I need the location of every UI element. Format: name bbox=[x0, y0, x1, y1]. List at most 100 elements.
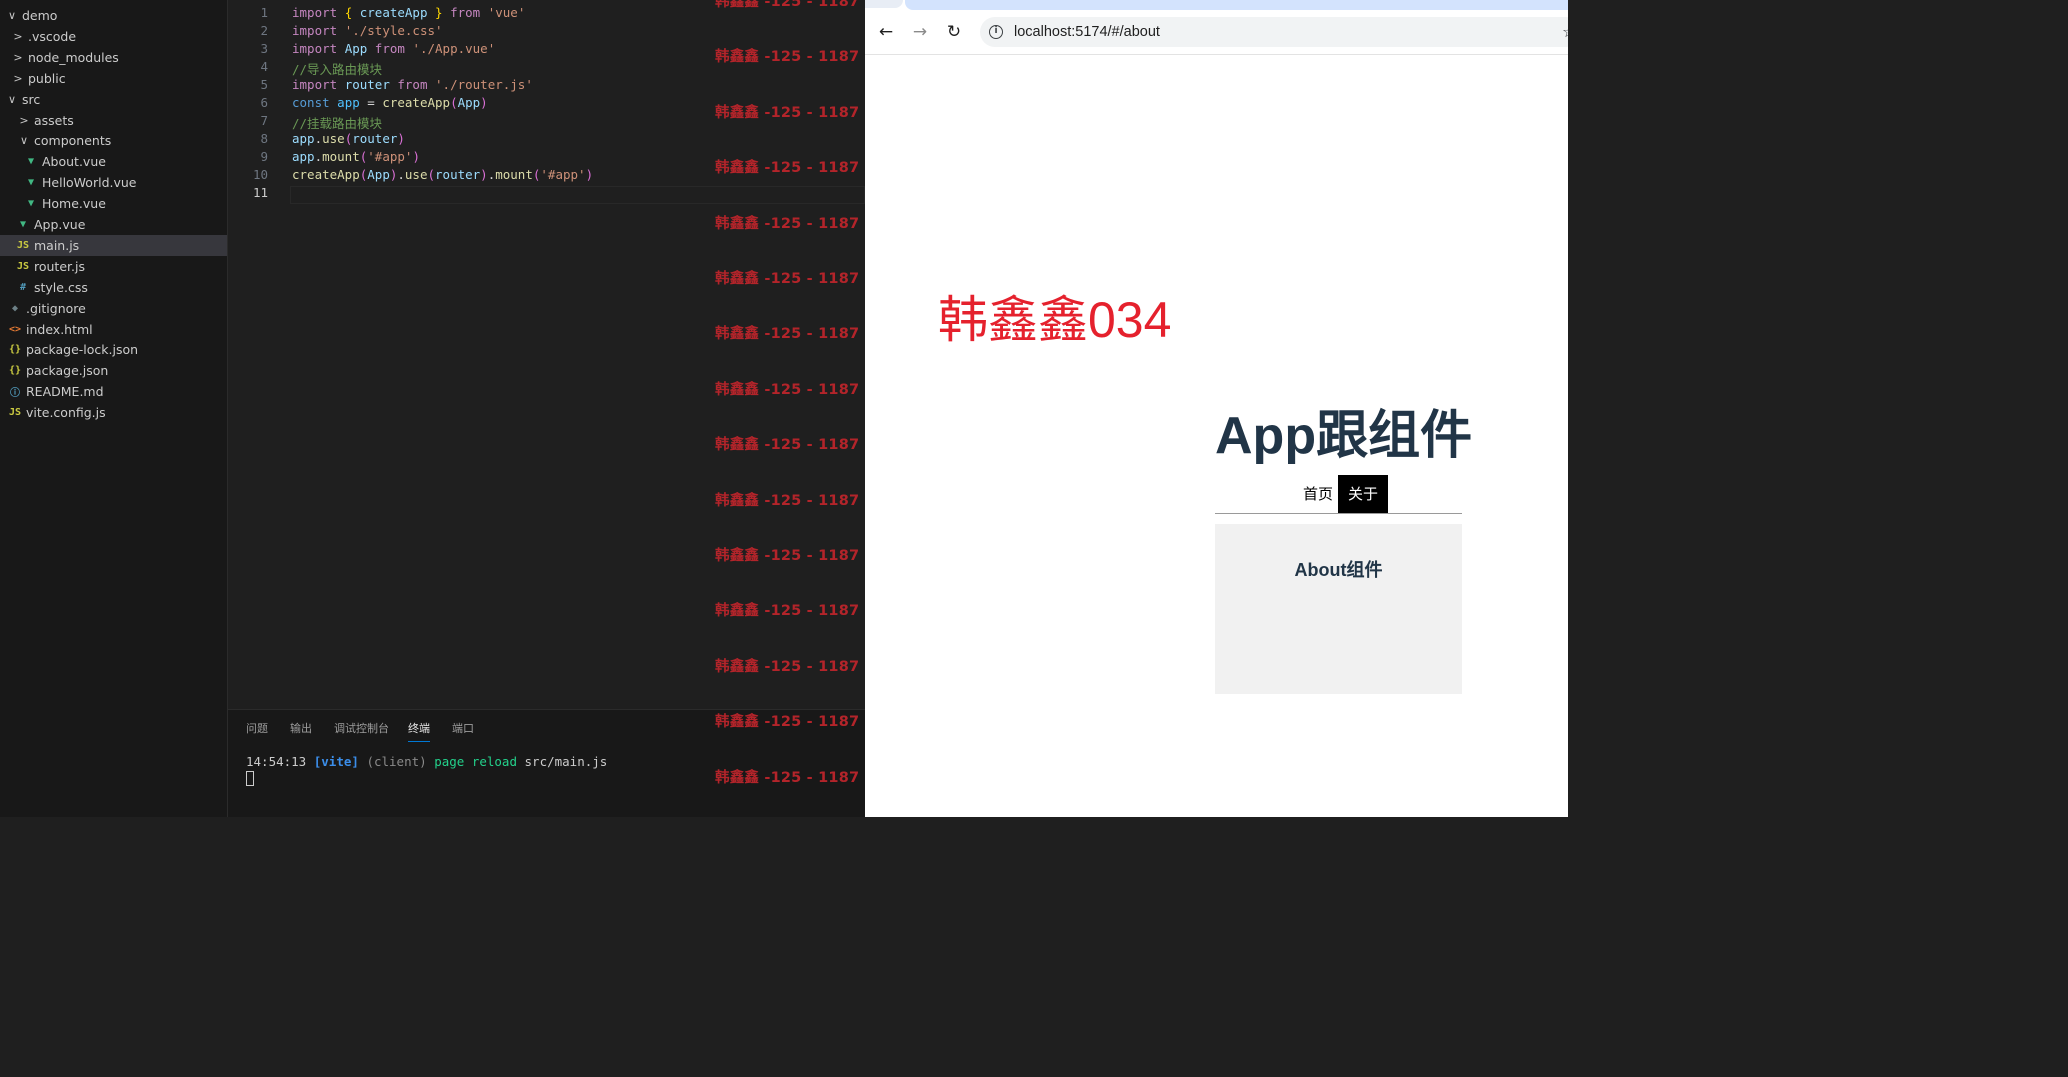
tree-item[interactable]: JS router.js bbox=[0, 256, 227, 277]
code-line[interactable]: app.use(router) bbox=[292, 131, 405, 146]
tree-item[interactable]: ▼ Home.vue bbox=[0, 193, 227, 214]
watermark-text: 韩鑫鑫 -125 - 1187 bbox=[715, 326, 860, 343]
json-icon: {} bbox=[8, 365, 22, 377]
url-text[interactable]: localhost:5174/#/about bbox=[1014, 24, 1160, 40]
code-token: ) bbox=[397, 131, 405, 146]
line-number: 6 bbox=[260, 95, 268, 110]
code-token: './router.js' bbox=[435, 77, 533, 92]
tree-item[interactable]: JS main.js bbox=[0, 234, 227, 256]
tree-item[interactable]: ⓘ README.md bbox=[0, 381, 227, 402]
line-number: 2 bbox=[260, 23, 268, 38]
tree-item-label: Home.vue bbox=[42, 196, 106, 212]
terminal-output[interactable]: 14:54:13 [vite] (client) page reload src… bbox=[246, 754, 607, 769]
panel-tab[interactable]: 端口 bbox=[452, 720, 474, 741]
chevron-down-icon[interactable]: ∨ bbox=[6, 93, 18, 106]
watermark-text: 韩鑫鑫 -125 - 1187 bbox=[715, 381, 860, 398]
tree-item[interactable]: ∨ components bbox=[0, 130, 227, 151]
browser-tab-strip bbox=[865, 0, 1568, 10]
code-line[interactable]: createApp(App).use(router).mount('#app') bbox=[292, 167, 593, 182]
js-icon: JS bbox=[16, 260, 30, 272]
address-bar[interactable]: i localhost:5174/#/about bbox=[980, 17, 1568, 47]
line-number: 1 bbox=[260, 5, 268, 20]
tree-item-label: assets bbox=[34, 112, 74, 128]
tree-item-label: package.json bbox=[26, 363, 109, 379]
code-line[interactable]: import App from './App.vue' bbox=[292, 41, 495, 56]
watermark-text: 韩鑫鑫 -125 - 1187 bbox=[715, 104, 860, 121]
code-token: router bbox=[435, 167, 481, 182]
code-token: 'vue' bbox=[487, 5, 526, 20]
chevron-down-icon[interactable]: ∨ bbox=[18, 134, 30, 147]
tree-item-label: index.html bbox=[26, 321, 93, 337]
watermark-text: 韩鑫鑫 -125 - 1187 bbox=[715, 271, 860, 287]
chevron-right-icon[interactable]: > bbox=[12, 72, 24, 85]
watermark-text: 韩鑫鑫 -125 - 1187 bbox=[715, 49, 860, 66]
tree-item-label: package-lock.json bbox=[26, 342, 139, 358]
toolbar-divider bbox=[865, 54, 1568, 55]
watermark-text: 韩鑫鑫 -125 - 1187 bbox=[715, 603, 860, 620]
code-line[interactable]: //挂载路由模块 bbox=[292, 113, 382, 132]
terminal-vite-tag: [vite] bbox=[313, 754, 359, 769]
tree-item[interactable]: {} package.json bbox=[0, 360, 227, 381]
tree-item[interactable]: > public bbox=[0, 68, 227, 89]
tree-item[interactable]: > node_modules bbox=[0, 47, 227, 68]
code-token: app bbox=[337, 95, 360, 110]
code-line[interactable]: import router from './router.js' bbox=[292, 77, 533, 92]
chevron-right-icon[interactable]: > bbox=[12, 51, 24, 64]
tree-item[interactable]: <> index.html bbox=[0, 319, 227, 340]
line-number: 4 bbox=[260, 59, 268, 74]
vue-icon: ▼ bbox=[27, 198, 35, 210]
panel-tab[interactable]: 调试控制台 bbox=[334, 720, 389, 741]
forward-arrow-icon: → bbox=[912, 22, 928, 42]
terminal-cursor bbox=[246, 771, 254, 786]
code-token: mount bbox=[495, 167, 533, 182]
code-line[interactable]: const app = createApp(App) bbox=[292, 95, 488, 110]
site-info-icon[interactable]: i bbox=[989, 25, 1003, 39]
chevron-right-icon[interactable]: > bbox=[12, 30, 24, 43]
code-token: App bbox=[367, 167, 390, 182]
panel-tab[interactable]: 终端 bbox=[408, 720, 430, 742]
tree-item[interactable]: ▼ About.vue bbox=[0, 151, 227, 172]
tree-item[interactable]: ◆ .gitignore bbox=[0, 298, 227, 319]
chevron-down-icon[interactable]: ∨ bbox=[6, 9, 18, 22]
reload-button[interactable]: ↻ bbox=[942, 20, 966, 44]
tree-item[interactable]: ▼ App.vue bbox=[0, 214, 227, 235]
code-token: ( bbox=[427, 167, 436, 182]
panel-tab[interactable]: 输出 bbox=[290, 720, 312, 741]
code-line[interactable]: //导入路由模块 bbox=[292, 59, 382, 78]
vue-icon: ▼ bbox=[27, 156, 35, 168]
code-line[interactable]: import './style.css' bbox=[292, 23, 443, 38]
tree-item[interactable]: > .vscode bbox=[0, 26, 227, 47]
reload-icon: ↻ bbox=[946, 22, 962, 42]
code-token: const bbox=[292, 95, 330, 110]
code-line[interactable]: import { createApp } from 'vue' bbox=[292, 5, 525, 20]
back-button[interactable]: ← bbox=[874, 20, 898, 44]
code-token: use bbox=[322, 131, 345, 146]
tree-item[interactable]: > assets bbox=[0, 110, 227, 131]
tree-item[interactable]: {} package-lock.json bbox=[0, 339, 227, 360]
terminal-action: page reload bbox=[434, 754, 517, 769]
nav-link-home[interactable]: 首页 bbox=[1298, 475, 1338, 513]
panel-tab[interactable]: 问题 bbox=[246, 720, 268, 741]
watermark-text: 韩鑫鑫 -125 - 1187 bbox=[715, 658, 860, 675]
tree-item[interactable]: # style.css bbox=[0, 277, 227, 298]
nav-link-about[interactable]: 关于 bbox=[1338, 475, 1388, 513]
tree-item-label: src bbox=[22, 91, 41, 107]
code-line[interactable]: app.mount('#app') bbox=[292, 149, 420, 164]
bookmark-star-icon[interactable]: ☆ bbox=[1562, 22, 1568, 41]
forward-button[interactable]: → bbox=[908, 20, 932, 44]
tree-item[interactable]: ∨ src bbox=[0, 89, 227, 110]
tree-item[interactable]: ∨ demo bbox=[0, 5, 227, 26]
browser-active-tab[interactable] bbox=[905, 0, 1568, 10]
code-token: import bbox=[292, 41, 338, 56]
line-number: 10 bbox=[252, 167, 268, 182]
line-number: 11 bbox=[252, 185, 268, 200]
code-token: from bbox=[374, 41, 405, 56]
tree-item[interactable]: ▼ HelloWorld.vue bbox=[0, 172, 227, 193]
chevron-right-icon[interactable]: > bbox=[18, 114, 30, 127]
tree-item[interactable]: JS vite.config.js bbox=[0, 402, 227, 423]
